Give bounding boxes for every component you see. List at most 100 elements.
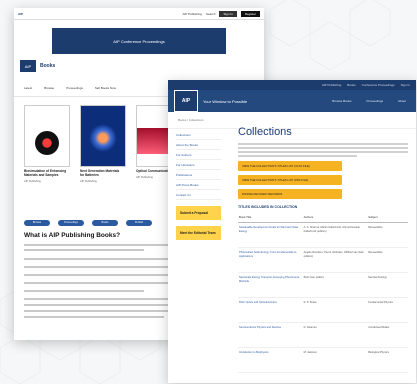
nav-about[interactable]: About bbox=[398, 99, 406, 103]
collections-window: AIP Publishing Books Conference Proceedi… bbox=[168, 80, 416, 383]
topbar-link-publishing[interactable]: AIP Publishing bbox=[183, 12, 202, 16]
subject-cell: Renewables bbox=[367, 247, 408, 273]
text-line bbox=[24, 304, 174, 306]
book-publisher: AIP Publishing bbox=[24, 179, 41, 183]
register-button[interactable]: Register bbox=[240, 10, 260, 17]
page-title: Collections bbox=[238, 126, 292, 138]
table-row: Introduction to Biophysics M. Jackson Bi… bbox=[238, 347, 408, 373]
text-line bbox=[24, 249, 144, 251]
nav-proceedings[interactable]: Proceedings bbox=[366, 99, 383, 103]
site-header: AIP Your Window to Possible Browse Books… bbox=[168, 90, 416, 112]
nav-browse[interactable]: Browse bbox=[44, 86, 54, 90]
pill-button[interactable]: Books bbox=[92, 220, 118, 226]
submit-proposal-box[interactable]: Submit a Proposal bbox=[176, 206, 221, 221]
column-header[interactable]: Subject bbox=[367, 212, 408, 223]
text-line bbox=[24, 258, 174, 260]
text-line bbox=[24, 244, 179, 246]
sign-in-button[interactable]: Sign In bbox=[219, 10, 237, 17]
text-line bbox=[238, 147, 408, 149]
topbar: AIP AIP Publishing Search Sign In Regist… bbox=[14, 8, 264, 20]
aip-logo[interactable]: AIP bbox=[174, 90, 198, 112]
section-heading: TITLES INCLUDED IN COLLECTION bbox=[238, 205, 298, 209]
book-title-link[interactable]: Introduction to Biophysics bbox=[238, 347, 303, 373]
book-cover[interactable] bbox=[24, 105, 70, 167]
table-row: Photovoltaic Solar Energy: From Fundamen… bbox=[238, 247, 408, 273]
main-content: Collections VIEW THE COLLECTION'S TITLES… bbox=[238, 126, 408, 373]
column-header[interactable]: Book Title bbox=[238, 212, 303, 223]
brand: AIP Books bbox=[14, 54, 264, 72]
subject-cell: Renewables bbox=[367, 222, 408, 248]
subject-cell: Nanotechnology bbox=[367, 272, 408, 298]
text-line bbox=[24, 274, 174, 276]
book-publisher: AIP Publishing bbox=[80, 179, 97, 183]
sidebar-item[interactable]: Contact Us bbox=[176, 190, 221, 200]
authors-cell: D. Neamen bbox=[302, 322, 368, 348]
util-sign-in[interactable]: Sign In bbox=[401, 83, 410, 87]
column-header[interactable]: Authors bbox=[302, 212, 368, 223]
titles-table: Book Title Authors Subject Sustainable D… bbox=[238, 212, 408, 373]
sidebar-item[interactable]: About the Books bbox=[176, 140, 221, 150]
text-line bbox=[24, 290, 144, 292]
sidebar-item[interactable]: Collections bbox=[176, 130, 221, 140]
text-line bbox=[24, 266, 174, 268]
nav-sell[interactable]: Sell Books Now bbox=[95, 86, 116, 90]
book-title-link[interactable]: Semiconductor Physics and Devices bbox=[238, 322, 303, 348]
text-line bbox=[24, 310, 174, 312]
titles-pdf-button[interactable]: VIEW THE COLLECTION'S TITLES LIST (PDF F… bbox=[238, 175, 342, 185]
titles-xlsx-button[interactable]: VIEW THE COLLECTION'S TITLES LIST (XLSX … bbox=[238, 161, 342, 171]
aip-logo[interactable]: AIP bbox=[20, 60, 36, 72]
section-heading: What is AIP Publishing Books? bbox=[24, 232, 121, 239]
text-line bbox=[24, 282, 174, 284]
text-line bbox=[238, 143, 408, 145]
util-link[interactable]: Books bbox=[347, 83, 355, 87]
pill-button[interactable]: Proceedings bbox=[58, 220, 84, 226]
authors-cell: Angèle Reinders, Pierre Verlinden, Wilfr… bbox=[302, 247, 368, 273]
pill-button[interactable]: Publish bbox=[126, 220, 152, 226]
book-card[interactable]: Next Generation Materials for Batteries … bbox=[80, 105, 126, 183]
sidebar: Collections About the Books For Authors … bbox=[176, 130, 221, 241]
nav-proceedings[interactable]: Proceedings bbox=[66, 86, 83, 90]
sidebar-item[interactable]: Publications bbox=[176, 170, 221, 180]
editorial-team-box[interactable]: Meet the Editorial Team bbox=[176, 226, 221, 241]
text-line bbox=[238, 151, 408, 153]
table-row: Sustainable Development Goals for Wind a… bbox=[238, 222, 408, 248]
authors-cell: M. Jackson bbox=[302, 347, 368, 373]
site-tagline: Your Window to Possible bbox=[203, 98, 248, 104]
subject-cell: Fundamental Physics bbox=[367, 297, 408, 323]
sidebar-item[interactable]: AIP Press Books bbox=[176, 180, 221, 190]
sidebar-item[interactable]: For Librarians bbox=[176, 160, 221, 170]
proceedings-banner[interactable]: AIP Conference Proceedings bbox=[52, 28, 226, 54]
marc-records-button[interactable]: DOWNLOAD MARC RECORDS bbox=[238, 189, 342, 199]
text-line bbox=[24, 316, 164, 318]
book-cover[interactable] bbox=[80, 105, 126, 167]
book-title-link[interactable]: Fiber Optics and Optoelectronics bbox=[238, 297, 303, 323]
authors-cell: Bolin Liao (editor) bbox=[302, 272, 368, 298]
nav-browse-books[interactable]: Browse Books bbox=[332, 99, 351, 103]
brand-title: Books bbox=[40, 63, 56, 69]
nav-latest[interactable]: Latest bbox=[24, 86, 32, 90]
topbar-link-search[interactable]: Search bbox=[206, 12, 216, 16]
book-title[interactable]: Biosimulation of Enhancing Materials and… bbox=[24, 169, 68, 178]
util-link[interactable]: AIP Publishing bbox=[322, 83, 341, 87]
subject-cell: Condensed Matter bbox=[367, 322, 408, 348]
util-link[interactable]: Conference Proceedings bbox=[362, 83, 395, 87]
category-pills: Browse Proceedings Books Publish bbox=[14, 220, 162, 226]
utility-bar: AIP Publishing Books Conference Proceedi… bbox=[168, 80, 416, 90]
pill-button[interactable]: Browse bbox=[24, 220, 50, 226]
authors-cell: R. P. Khare bbox=[302, 297, 368, 323]
book-title-link[interactable]: Sustainable Development Goals for Wind a… bbox=[238, 222, 303, 248]
book-title[interactable]: Next Generation Materials for Batteries bbox=[80, 169, 124, 178]
book-title-link[interactable]: Nanoscale Energy Transport: Emerging Phe… bbox=[238, 272, 303, 298]
table-row: Fiber Optics and Optoelectronics R. P. K… bbox=[238, 297, 408, 323]
subject-cell: Biological Physics bbox=[367, 347, 408, 373]
text-line bbox=[24, 298, 174, 300]
text-line bbox=[238, 155, 357, 157]
banner-text: AIP Conference Proceedings bbox=[113, 38, 165, 44]
table-row: Semiconductor Physics and Devices D. Nea… bbox=[238, 322, 408, 348]
book-card[interactable]: Biosimulation of Enhancing Materials and… bbox=[24, 105, 70, 183]
topbar-logo[interactable]: AIP bbox=[18, 12, 23, 16]
sidebar-item[interactable]: For Authors bbox=[176, 150, 221, 160]
book-title-link[interactable]: Photovoltaic Solar Energy: From Fundamen… bbox=[238, 247, 303, 273]
authors-cell: A. K. Sharma, Martin Kaltschmitt, Ahmed … bbox=[302, 222, 368, 248]
table-row: Nanoscale Energy Transport: Emerging Phe… bbox=[238, 272, 408, 298]
